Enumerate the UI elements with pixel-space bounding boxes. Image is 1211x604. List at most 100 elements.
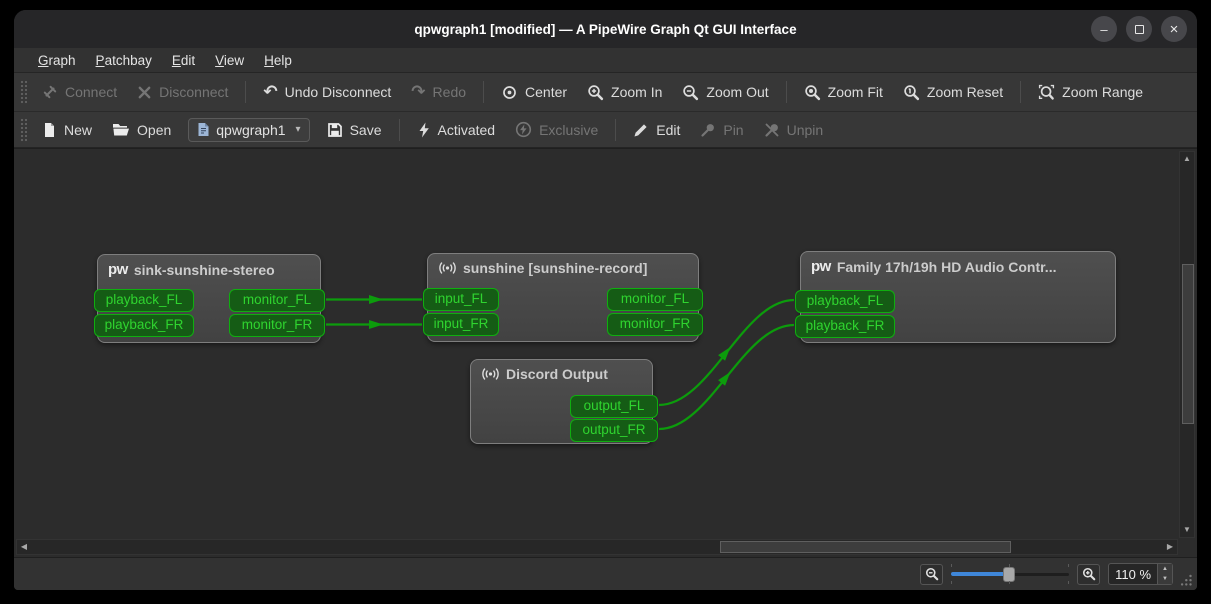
pin-button[interactable]: Pin (691, 117, 752, 143)
patchbay-file-value: qpwgraph1 (216, 121, 286, 138)
stream-icon (482, 368, 499, 380)
zoom-out-button[interactable]: Zoom Out (673, 79, 777, 106)
node-title: Family 17h/19h HD Audio Contr... (836, 258, 1057, 275)
connect-button[interactable]: Connect (33, 79, 126, 105)
zoom-in-icon (1082, 567, 1095, 581)
toolbar-separator (483, 81, 485, 103)
open-button[interactable]: Open (103, 117, 180, 143)
zoom-percent-spinbox[interactable]: 110 % ▲ ▼ (1108, 563, 1173, 585)
port-monitor-fr[interactable]: monitor_FR (607, 313, 703, 336)
close-icon: × (1169, 20, 1179, 38)
zoom-out-small-button[interactable] (920, 563, 944, 585)
menu-graph[interactable]: Graph (28, 50, 86, 71)
save-button[interactable]: Save (318, 117, 391, 143)
exclusive-bolt-icon (515, 121, 532, 138)
disconnect-button[interactable]: Disconnect (128, 79, 237, 105)
redo-button[interactable]: ↷ Redo (402, 79, 475, 105)
scroll-up-icon[interactable]: ▲ (1180, 152, 1194, 166)
port-playback-fl[interactable]: playback_FL (795, 290, 895, 313)
exclusive-button[interactable]: Exclusive (506, 116, 607, 143)
zoom-fit-icon (804, 84, 820, 100)
zoom-out-icon (683, 84, 699, 100)
wire-arrowhead (369, 295, 383, 304)
zoom-range-button[interactable]: Zoom Range (1029, 79, 1152, 106)
scroll-down-icon[interactable]: ▼ (1180, 523, 1194, 537)
graph-canvas[interactable]: pw sink-sunshine-stereo playback_FL play… (14, 148, 1197, 558)
undo-disconnect-button[interactable]: ↶ Undo Disconnect (254, 79, 400, 105)
resize-grip[interactable] (1179, 573, 1193, 587)
unpin-button[interactable]: Unpin (755, 117, 833, 143)
vertical-scrollbar-thumb[interactable] (1182, 264, 1194, 424)
horizontal-scrollbar-thumb[interactable] (720, 541, 1011, 553)
port-output-fr[interactable]: output_FR (570, 419, 658, 442)
node-family-hd-audio[interactable]: pw Family 17h/19h HD Audio Contr... play… (795, 251, 1116, 343)
scroll-left-icon[interactable]: ◀ (17, 540, 31, 554)
toolbar-separator (615, 118, 617, 141)
chevron-down-icon: ▾ (295, 124, 301, 135)
zoom-reset-button[interactable]: Zoom Reset (894, 79, 1012, 106)
disconnect-icon (138, 86, 151, 98)
node-sink-sunshine-stereo[interactable]: pw sink-sunshine-stereo playback_FL play… (94, 254, 325, 343)
port-monitor-fr[interactable]: monitor_FR (229, 314, 325, 337)
zoom-range-icon (1039, 84, 1055, 100)
zoom-fit-button[interactable]: Zoom Fit (795, 79, 892, 106)
zoom-in-small-button[interactable] (1077, 563, 1101, 585)
zoom-in-icon (588, 84, 604, 100)
menu-patchbay[interactable]: Patchbay (86, 50, 162, 71)
horizontal-scrollbar[interactable]: ◀ ▶ (16, 539, 1178, 555)
close-button[interactable]: × (1161, 16, 1187, 42)
toolbar-separator (785, 81, 787, 103)
maximize-icon (1134, 24, 1144, 34)
port-output-fl[interactable]: output_FL (570, 395, 658, 418)
open-folder-icon (113, 124, 130, 136)
port-input-fr[interactable]: input_FR (423, 313, 499, 336)
toolbar-separator (245, 81, 247, 103)
edit-button[interactable]: Edit (624, 117, 689, 143)
vertical-scrollbar[interactable]: ▲ ▼ (1179, 151, 1195, 538)
scroll-right-icon[interactable]: ▶ (1163, 540, 1177, 554)
zoom-reset-icon (904, 84, 920, 100)
status-bar: 110 % ▲ ▼ (14, 558, 1197, 590)
port-playback-fl[interactable]: playback_FL (94, 289, 194, 312)
port-playback-fr[interactable]: playback_FR (795, 315, 895, 338)
patchbay-file-combobox[interactable]: qpwgraph1 ▾ (188, 117, 310, 142)
new-file-icon (45, 122, 54, 137)
minimize-button[interactable]: – (1091, 16, 1117, 42)
port-monitor-fl[interactable]: monitor_FL (607, 288, 703, 311)
toolbar-separator (398, 118, 400, 141)
app-window: qpwgraph1 [modified] — A PipeWire Graph … (14, 10, 1197, 590)
zoom-slider[interactable] (951, 564, 1070, 584)
node-header: pw sink-sunshine-stereo (98, 255, 320, 282)
activated-button[interactable]: Activated (408, 117, 505, 143)
node-sunshine-record[interactable]: sunshine [sunshine-record] input_FL inpu… (423, 253, 703, 342)
undo-icon: ↶ (263, 82, 278, 101)
toolbar-main: Connect Disconnect ↶ Undo Disconnect ↷ R… (14, 73, 1197, 112)
menu-help[interactable]: Help (254, 50, 302, 71)
toolbar-drag-handle[interactable] (20, 80, 27, 104)
zoom-percent-value: 110 % (1115, 566, 1152, 582)
new-button[interactable]: New (33, 117, 101, 143)
center-button[interactable]: Center (492, 79, 576, 106)
stream-icon (439, 262, 456, 274)
toolbar-drag-handle[interactable] (20, 117, 27, 142)
pencil-icon (634, 123, 647, 136)
pipewire-icon: pw (811, 258, 831, 275)
unpin-icon (764, 123, 778, 137)
zoom-in-button[interactable]: Zoom In (578, 79, 671, 106)
spin-down-icon[interactable]: ▼ (1158, 574, 1172, 584)
node-title: sink-sunshine-stereo (133, 261, 275, 278)
node-discord-output[interactable]: Discord Output output_FL output_FR (470, 359, 658, 444)
pipewire-icon: pw (108, 261, 128, 278)
port-input-fl[interactable]: input_FL (423, 288, 499, 311)
menu-edit[interactable]: Edit (162, 50, 205, 71)
port-playback-fr[interactable]: playback_FR (94, 314, 194, 337)
port-monitor-fl[interactable]: monitor_FL (229, 289, 325, 312)
spin-up-icon[interactable]: ▲ (1158, 564, 1172, 574)
maximize-button[interactable] (1126, 16, 1152, 42)
node-header: Discord Output (471, 360, 652, 386)
menu-view[interactable]: View (205, 50, 254, 71)
zoom-slider-handle[interactable] (1003, 567, 1016, 582)
toolbar-file: New Open qpwgraph1 ▾ Save Activated Excl… (14, 112, 1197, 148)
center-icon (503, 85, 516, 99)
minimize-icon: – (1100, 21, 1108, 37)
